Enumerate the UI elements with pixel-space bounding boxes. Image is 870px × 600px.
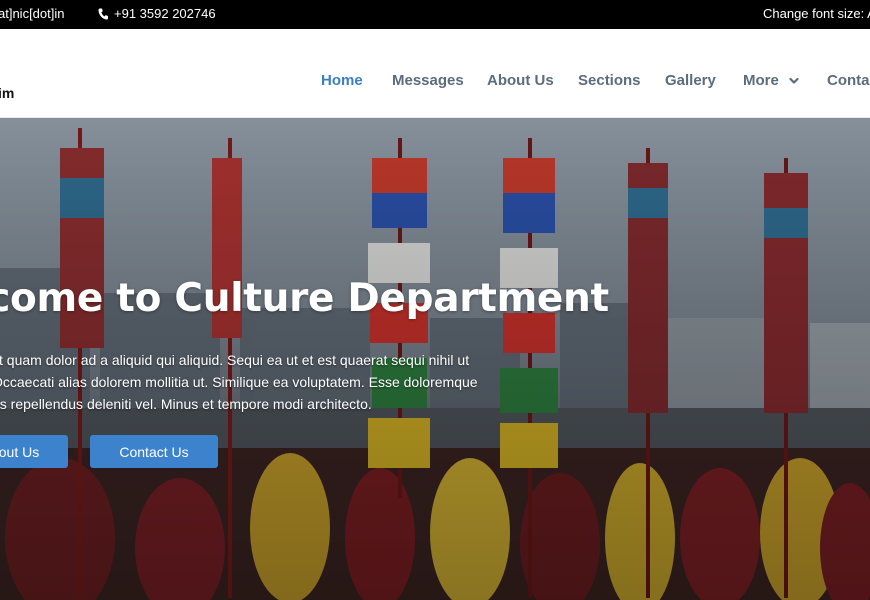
nav-more[interactable]: More bbox=[743, 72, 799, 89]
hero-description-line: st quam dolor ad a aliquid qui aliquid. … bbox=[0, 352, 470, 368]
nav-sections[interactable]: Sections bbox=[578, 72, 641, 89]
site-header: im Home Messages About Us Sections Galle… bbox=[0, 29, 870, 118]
nav-contact[interactable]: Contac bbox=[827, 72, 870, 89]
chevron-down-icon bbox=[789, 77, 799, 84]
hero-description-line: Occaecati alias dolorem mollitia ut. Sim… bbox=[0, 374, 478, 390]
nav-about-us[interactable]: About Us bbox=[487, 72, 554, 89]
nav-home[interactable]: Home bbox=[321, 72, 363, 89]
hero-description: st quam dolor ad a aliquid qui aliquid. … bbox=[0, 349, 502, 415]
top-utility-bar: at]nic[dot]in +91 3592 202746 Change fon… bbox=[0, 0, 870, 29]
contact-email[interactable]: at]nic[dot]in bbox=[0, 6, 65, 21]
hero-description-line: us repellendus deleniti vel. Minus et te… bbox=[0, 396, 372, 412]
nav-gallery[interactable]: Gallery bbox=[665, 72, 716, 89]
contact-us-button[interactable]: Contact Us bbox=[90, 435, 218, 468]
site-brand[interactable]: im bbox=[0, 85, 14, 101]
phone-icon bbox=[98, 8, 108, 20]
font-size-control[interactable]: Change font size: A bbox=[763, 6, 870, 21]
hero-title: elcome to Culture Department bbox=[0, 276, 609, 321]
hero-banner: elcome to Culture Department st quam dol… bbox=[0, 118, 870, 600]
phone-number: +91 3592 202746 bbox=[114, 6, 216, 21]
nav-messages[interactable]: Messages bbox=[392, 72, 464, 89]
nav-more-label: More bbox=[743, 72, 779, 89]
about-us-button[interactable]: out Us bbox=[0, 435, 68, 468]
contact-phone[interactable]: +91 3592 202746 bbox=[98, 6, 216, 21]
